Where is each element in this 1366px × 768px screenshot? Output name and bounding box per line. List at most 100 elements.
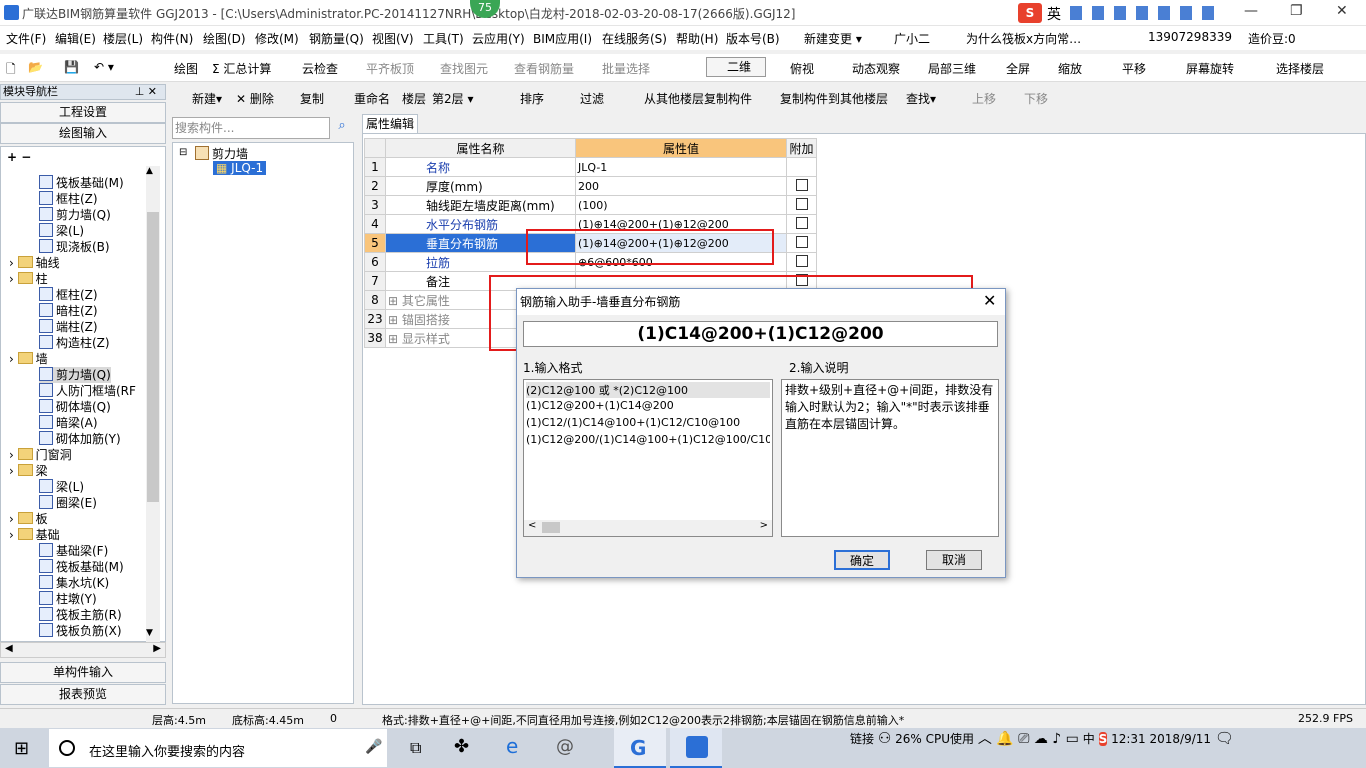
nav-tree-item[interactable]: 构造柱(Z) (39, 335, 110, 351)
extra-checkbox[interactable] (795, 197, 808, 210)
open-icon[interactable]: 📂 (28, 60, 43, 74)
report-preview-button[interactable]: 报表预览 (0, 684, 166, 705)
search-icon[interactable]: ⌕ (332, 118, 352, 138)
save-icon[interactable]: 💾 (64, 60, 79, 74)
nav-tree-item[interactable]: 梁(L) (39, 479, 84, 495)
nav-tree-item[interactable]: 框柱(Z) (39, 191, 98, 207)
ime-indicator[interactable]: 中 (1083, 732, 1095, 746)
property-value[interactable]: (100) (575, 195, 787, 215)
expand-collapse-icons[interactable]: + − (7, 149, 31, 165)
windows-start-icon[interactable]: ⊞ (14, 738, 29, 759)
pin-icon[interactable]: ⊥ ✕ (135, 85, 157, 99)
scroll-right-icon[interactable]: ▶ (153, 643, 161, 654)
sogou-ime-icon[interactable]: S (1018, 3, 1042, 23)
nav-tree-item[interactable]: 人防门框墙(RF (39, 383, 136, 399)
view-mode-select[interactable]: 二维 (706, 57, 766, 77)
menu-draw[interactable]: 绘图(D) (203, 30, 246, 47)
menu-component[interactable]: 构件(N) (151, 30, 193, 47)
menu-assistant[interactable]: 广小二 (876, 30, 930, 47)
scroll-left-icon[interactable]: ◀ (5, 643, 13, 654)
expand-arrow-icon[interactable]: › (9, 352, 18, 366)
extra-checkbox[interactable] (795, 178, 808, 191)
dialog-close-icon[interactable]: ✕ (983, 291, 996, 310)
filter-button[interactable]: 过滤 (564, 90, 604, 107)
undo-icon[interactable]: ↶ ▾ (94, 60, 114, 74)
scroll-down-icon[interactable]: ▼ (146, 628, 153, 638)
expand-group-icon[interactable]: ⊞ (388, 332, 402, 346)
nav-tree-item[interactable]: 暗梁(A) (39, 415, 98, 431)
align-slab-button[interactable]: 平齐板顶 (350, 60, 414, 77)
nav-tree-category[interactable]: › 墙 (9, 351, 48, 367)
delete-button[interactable]: ✕ 删除 (236, 90, 274, 107)
copy-button[interactable]: 复制 (284, 90, 324, 107)
restore-icon[interactable]: ❐ (1290, 3, 1303, 19)
format-list-hscroll[interactable]: < > (524, 520, 772, 536)
expand-arrow-icon[interactable]: › (9, 448, 18, 462)
single-component-input-button[interactable]: 单构件输入 (0, 662, 166, 683)
find-button[interactable]: 查找▾ (906, 90, 936, 107)
format-item-3[interactable]: (1)C12@200/(1)C14@100+(1)C12@100/C10@200 (526, 433, 770, 446)
extra-checkbox[interactable] (795, 235, 808, 248)
menu-edit[interactable]: 编辑(E) (55, 30, 96, 47)
menu-version[interactable]: 版本号(B) (726, 30, 780, 47)
new-component-button[interactable]: 新建▾ (176, 90, 222, 107)
cost-beans[interactable]: 造价豆:0 (1248, 30, 1296, 47)
summary-calc-button[interactable]: Σ 汇总计算 (212, 60, 271, 77)
menu-floor[interactable]: 楼层(L) (103, 30, 143, 47)
link-label[interactable]: 链接 (850, 732, 874, 746)
nav-tree-item[interactable]: 现浇板(B) (39, 239, 110, 255)
list-scroll-thumb[interactable] (542, 522, 560, 533)
nav-tree-hscroll[interactable]: ◀ ▶ (0, 642, 166, 658)
pinwheel-app-icon[interactable]: ✤ (454, 736, 469, 757)
fullscreen-button[interactable]: 全屏 (990, 60, 1030, 77)
property-value[interactable]: JLQ-1 (575, 157, 787, 177)
property-value[interactable]: 200 (575, 176, 787, 196)
nav-tree-item[interactable]: 筏板基础(M) (39, 559, 124, 575)
tree-item-jlq1[interactable]: ▦ JLQ-1 (213, 161, 267, 175)
nav-tree-item[interactable]: 梁(L) (39, 223, 84, 239)
nav-tree-category[interactable]: › 门窗洞 (9, 447, 72, 463)
ad-link[interactable]: 为什么筏板x方向常… (966, 30, 1081, 47)
tree-root-shearwall[interactable]: 剪力墙 (195, 145, 248, 162)
extra-checkbox[interactable] (795, 216, 808, 229)
copy-from-floor-button[interactable]: 从其他楼层复制构件 (628, 90, 752, 107)
move-down-button[interactable]: 下移 (1010, 90, 1048, 107)
orbit-button[interactable]: 动态观察 (836, 60, 900, 77)
microphone-icon[interactable]: 🎤 (365, 739, 382, 755)
menu-bim[interactable]: BIM应用(I) (533, 30, 592, 47)
tab-property-edit[interactable]: 属性编辑 (362, 114, 418, 134)
property-row[interactable]: 3 轴线距左墙皮距离(mm) (100) (364, 195, 817, 215)
cancel-button[interactable]: 取消 (926, 550, 982, 570)
notification-icon[interactable]: 🗨 (1215, 729, 1234, 747)
top-view-button[interactable]: 俯视 (774, 60, 814, 77)
menu-online[interactable]: 在线服务(S) (602, 30, 667, 47)
rotate-button[interactable]: 屏幕旋转 (1170, 60, 1234, 77)
nav-tree-item[interactable]: 筏板主筋(R) (39, 607, 122, 623)
property-row[interactable]: 2 厚度(mm) 200 (364, 176, 817, 196)
nav-tree-item[interactable]: 筏板负筋(X) (39, 623, 122, 639)
ime-mode[interactable]: 英 (1047, 4, 1061, 24)
local-3d-button[interactable]: 局部三维 (912, 60, 976, 77)
format-item-1[interactable]: (1)C12@200+(1)C14@200 (526, 399, 674, 412)
nav-tree-item[interactable]: 基础梁(F) (39, 543, 108, 559)
draw-button[interactable]: 绘图 (174, 60, 198, 77)
menu-cloud[interactable]: 云应用(Y) (472, 30, 525, 47)
taskbar-search[interactable]: 在这里输入你要搜索的内容 🎤 (48, 728, 388, 768)
batch-select-button[interactable]: 批量选择 (586, 60, 650, 77)
expand-arrow-icon[interactable]: › (9, 512, 18, 526)
menu-modify[interactable]: 修改(M) (255, 30, 299, 47)
property-row[interactable]: 1 名称 JLQ-1 (364, 157, 817, 177)
menu-tools[interactable]: 工具(T) (423, 30, 464, 47)
edge-icon[interactable]: e (506, 734, 518, 758)
cloud-check-button[interactable]: 云检查 (284, 60, 338, 77)
rename-button[interactable]: 重命名 (338, 90, 390, 107)
people-icon[interactable]: ⚇ (878, 729, 891, 747)
nav-tree-category[interactable]: › 轴线 (9, 255, 60, 271)
floor-select[interactable]: 第2层 ▾ (432, 90, 492, 107)
find-element-button[interactable]: 查找图元 (424, 60, 488, 77)
nav-tree-category[interactable]: › 基础 (9, 527, 60, 543)
expand-arrow-icon[interactable]: › (9, 528, 18, 542)
scroll-thumb[interactable] (147, 212, 159, 502)
nav-tree-category[interactable]: › 梁 (9, 463, 48, 479)
ok-button[interactable]: 确定 (834, 550, 890, 570)
